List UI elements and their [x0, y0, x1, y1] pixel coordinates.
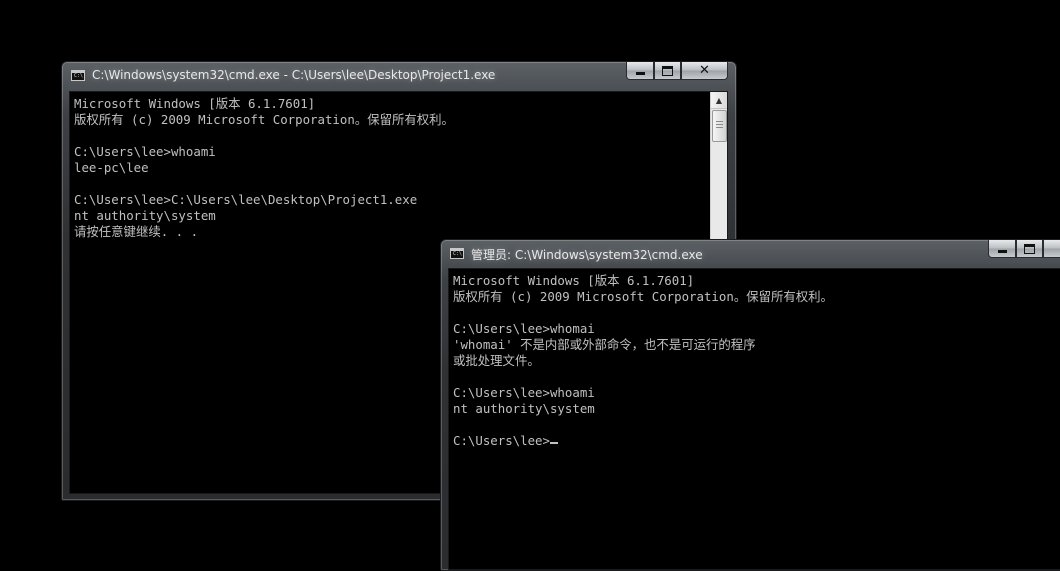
- text-cursor: [549, 442, 558, 444]
- console-line: C:\Users\lee>whoami: [74, 144, 216, 159]
- window-title: 管理员: C:\Windows\system32\cmd.exe: [471, 248, 703, 262]
- cmd-icon: C:\: [450, 248, 464, 259]
- title-bar[interactable]: C:\ C:\Windows\system32\cmd.exe - C:\Use…: [62, 62, 736, 89]
- console-line: 请按任意键继续. . .: [74, 224, 199, 239]
- scrollbar-thumb[interactable]: [712, 110, 727, 142]
- console-line: lee-pc\lee: [74, 160, 149, 175]
- console-line: Microsoft Windows [版本 6.1.7601]: [453, 273, 695, 288]
- console-line: nt authority\system: [453, 401, 595, 416]
- window-controls: ✕: [988, 240, 1060, 259]
- maximize-button[interactable]: [1016, 240, 1043, 258]
- console-line: 或批处理文件。: [453, 353, 540, 368]
- console-line: C:\Users\lee>whoami: [453, 385, 595, 400]
- console-line: C:\Users\lee>C:\Users\lee\Desktop\Projec…: [74, 192, 418, 207]
- maximize-icon: [1024, 243, 1035, 254]
- console-line: 'whomai' 不是内部或外部命令，也不是可运行的程序: [453, 337, 756, 352]
- close-icon: ✕: [699, 63, 710, 78]
- minimize-icon: [997, 250, 1007, 253]
- console-output-area[interactable]: Microsoft Windows [版本 6.1.7601] 版权所有 (c) …: [448, 268, 1060, 570]
- cmd-icon: C:\: [71, 70, 85, 81]
- title-bar[interactable]: C:\ 管理员: C:\Windows\system32\cmd.exe ✕: [441, 240, 1060, 267]
- console-line: 版权所有 (c) 2009 Microsoft Corporation。保留所有…: [453, 289, 833, 304]
- close-button[interactable]: ✕: [1043, 240, 1060, 258]
- command-prompt-line[interactable]: C:\Users\lee>: [453, 433, 1060, 449]
- minimize-icon: [635, 72, 645, 75]
- close-button[interactable]: ✕: [681, 62, 728, 80]
- minimize-button[interactable]: [626, 62, 654, 80]
- minimize-button[interactable]: [988, 240, 1016, 258]
- cmd-window-administrator[interactable]: C:\ 管理员: C:\Windows\system32\cmd.exe ✕ M…: [440, 239, 1060, 571]
- prompt-text: C:\Users\lee>: [453, 433, 550, 448]
- console-line: nt authority\system: [74, 208, 216, 223]
- scroll-up-arrow-icon[interactable]: ▲: [711, 92, 727, 109]
- console-line: C:\Users\lee>whomai: [453, 321, 595, 336]
- maximize-button[interactable]: [654, 62, 681, 80]
- console-line: Microsoft Windows [版本 6.1.7601]: [74, 96, 316, 111]
- maximize-icon: [662, 65, 673, 76]
- window-title: C:\Windows\system32\cmd.exe - C:\Users\l…: [92, 68, 496, 82]
- console-text: Microsoft Windows [版本 6.1.7601] 版权所有 (c) …: [70, 92, 727, 240]
- console-text: Microsoft Windows [版本 6.1.7601] 版权所有 (c) …: [449, 269, 1060, 449]
- window-controls: ✕: [626, 62, 728, 81]
- console-line: 版权所有 (c) 2009 Microsoft Corporation。保留所有…: [74, 112, 454, 127]
